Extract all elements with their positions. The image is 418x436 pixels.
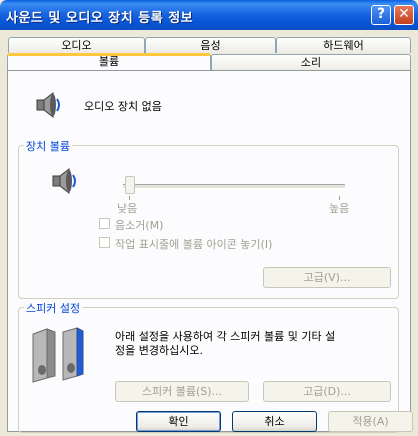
dialog-body: 오디오 음성 하드웨어 볼륨 소리 오디오 장치 없음 장치 볼륨 낮음 높음 … xyxy=(3,30,415,433)
speaker-icon xyxy=(34,90,64,123)
speakers-icon xyxy=(25,326,91,387)
tab-audio[interactable]: 오디오 xyxy=(8,37,145,53)
volume-tab-panel: 오디오 장치 없음 장치 볼륨 낮음 높음 음소거(M) 작업 표시줄에 볼륨 … xyxy=(7,70,411,433)
properties-window: 사운드 및 오디오 장치 등록 정보 ? ✕ 오디오 음성 하드웨어 볼륨 소리… xyxy=(0,0,418,436)
close-button[interactable]: ✕ xyxy=(394,5,414,25)
speaker-advanced-button[interactable]: 고급(D)... xyxy=(263,381,391,402)
slider-high-label: 높음 xyxy=(329,202,350,215)
speaker-settings-label: 스피커 설정 xyxy=(24,300,83,316)
cancel-button[interactable]: 취소 xyxy=(232,411,317,432)
volume-slider[interactable] xyxy=(123,174,345,200)
volume-slider-track xyxy=(123,184,345,189)
mute-checkbox[interactable] xyxy=(99,218,110,229)
tray-icon-checkbox[interactable] xyxy=(99,237,110,248)
ok-button[interactable]: 확인 xyxy=(136,411,221,432)
speaker-description-line2: 정을 변경하십시오. xyxy=(115,344,203,357)
tab-voice[interactable]: 음성 xyxy=(145,37,276,53)
device-volume-group: 장치 볼륨 낮음 높음 음소거(M) 작업 표시줄에 볼륨 아이콘 놓기(I) … xyxy=(18,138,399,299)
title-bar[interactable]: 사운드 및 오디오 장치 등록 정보 ? ✕ xyxy=(0,0,418,30)
advanced-volume-button[interactable]: 고급(V)... xyxy=(263,267,391,288)
tab-sounds[interactable]: 소리 xyxy=(211,54,411,70)
device-volume-label: 장치 볼륨 xyxy=(24,138,72,154)
tab-hardware[interactable]: 하드웨어 xyxy=(276,37,411,53)
apply-button[interactable]: 적용(A) xyxy=(328,411,413,432)
volume-speaker-icon xyxy=(50,166,80,199)
speaker-volume-button[interactable]: 스피커 볼륨(S)... xyxy=(115,381,249,402)
tab-volume[interactable]: 볼륨 xyxy=(7,53,211,70)
device-status-text: 오디오 장치 없음 xyxy=(84,100,162,113)
slider-low-label: 낮음 xyxy=(117,202,138,215)
help-button[interactable]: ? xyxy=(371,5,391,25)
tray-icon-label: 작업 표시줄에 볼륨 아이콘 놓기(I) xyxy=(115,238,273,251)
window-title: 사운드 및 오디오 장치 등록 정보 xyxy=(6,11,194,26)
volume-slider-thumb[interactable] xyxy=(125,176,135,194)
mute-label: 음소거(M) xyxy=(115,219,164,232)
